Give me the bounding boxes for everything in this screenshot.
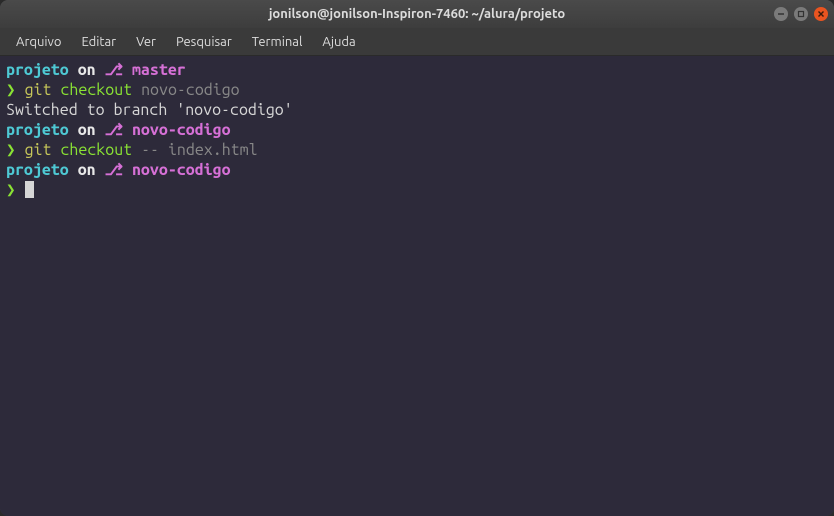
terminal-text: ⎇ novo-codigo bbox=[105, 121, 231, 139]
menu-ajuda[interactable]: Ajuda bbox=[314, 31, 363, 53]
terminal-text: novo-codigo bbox=[141, 81, 240, 99]
terminal-text: ⎇ novo-codigo bbox=[105, 161, 231, 179]
terminal-text: ❯ bbox=[6, 141, 25, 159]
cursor bbox=[25, 181, 34, 198]
titlebar: jonilson@jonilson-Inspiron-7460: ~/alura… bbox=[0, 0, 834, 28]
terminal-text: projeto bbox=[6, 161, 69, 179]
menubar: Arquivo Editar Ver Pesquisar Terminal Aj… bbox=[0, 28, 834, 56]
terminal-text: on bbox=[69, 121, 105, 139]
terminal-line: ❯ bbox=[6, 180, 828, 200]
terminal-text: -- index.html bbox=[141, 141, 257, 159]
minimize-icon bbox=[777, 10, 785, 18]
terminal-line: projeto on ⎇ novo-codigo bbox=[6, 120, 828, 140]
terminal-text: git bbox=[25, 81, 61, 99]
minimize-button[interactable] bbox=[774, 7, 788, 21]
menu-editar[interactable]: Editar bbox=[73, 31, 124, 53]
menu-ver[interactable]: Ver bbox=[128, 31, 164, 53]
terminal-line: Switched to branch 'novo-codigo' bbox=[6, 100, 828, 120]
terminal-text: Switched to branch 'novo-codigo' bbox=[6, 101, 293, 119]
maximize-button[interactable] bbox=[794, 7, 808, 21]
terminal-window: jonilson@jonilson-Inspiron-7460: ~/alura… bbox=[0, 0, 834, 516]
terminal-text: on bbox=[69, 161, 105, 179]
close-icon bbox=[817, 10, 825, 18]
terminal-text: ❯ bbox=[6, 81, 25, 99]
terminal-text: on bbox=[69, 61, 105, 79]
terminal-line: projeto on ⎇ master bbox=[6, 60, 828, 80]
menu-arquivo[interactable]: Arquivo bbox=[8, 31, 69, 53]
terminal-text: ❯ bbox=[6, 181, 25, 199]
terminal-line: ❯ git checkout novo-codigo bbox=[6, 80, 828, 100]
terminal-text: checkout bbox=[60, 81, 141, 99]
close-button[interactable] bbox=[814, 7, 828, 21]
terminal-text: ⎇ master bbox=[105, 61, 186, 79]
terminal-text: projeto bbox=[6, 121, 69, 139]
window-title: jonilson@jonilson-Inspiron-7460: ~/alura… bbox=[269, 7, 565, 21]
maximize-icon bbox=[797, 10, 805, 18]
terminal-text: git bbox=[25, 141, 61, 159]
window-controls bbox=[774, 7, 828, 21]
terminal-text: projeto bbox=[6, 61, 69, 79]
terminal-line: projeto on ⎇ novo-codigo bbox=[6, 160, 828, 180]
menu-terminal[interactable]: Terminal bbox=[244, 31, 311, 53]
menu-pesquisar[interactable]: Pesquisar bbox=[168, 31, 240, 53]
terminal-text: checkout bbox=[60, 141, 141, 159]
terminal-line: ❯ git checkout -- index.html bbox=[6, 140, 828, 160]
terminal-content[interactable]: projeto on ⎇ master❯ git checkout novo-c… bbox=[0, 56, 834, 516]
